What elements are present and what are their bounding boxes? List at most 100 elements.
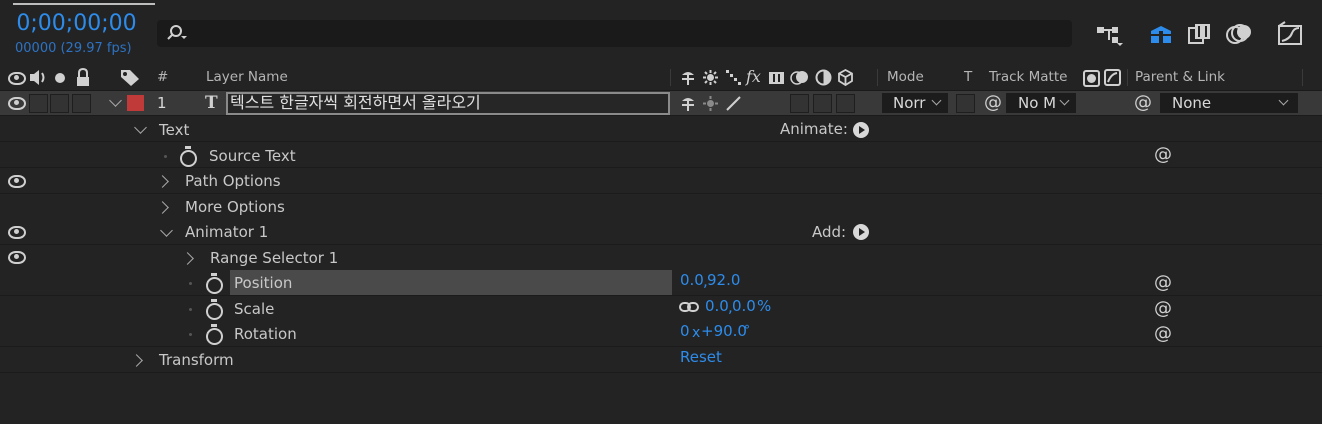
position-selected-bg bbox=[230, 270, 672, 295]
transform-label: Transform bbox=[159, 351, 234, 369]
motion-blur-column-icon[interactable] bbox=[790, 69, 810, 86]
position-x-value[interactable]: 0.0 bbox=[680, 268, 704, 293]
scale-label: Scale bbox=[234, 300, 275, 318]
range-selector-expand-chevron[interactable] bbox=[181, 252, 194, 265]
layer-continuous-raster-icon[interactable] bbox=[702, 95, 719, 112]
rotation-degrees-value[interactable]: +90.0 bbox=[701, 319, 747, 344]
invert-matte-icon[interactable] bbox=[1104, 69, 1121, 86]
preserve-transparency-switch[interactable] bbox=[956, 94, 975, 113]
path-options-visibility-icon[interactable] bbox=[8, 175, 26, 188]
range-selector-row[interactable]: Range Selector 1 bbox=[0, 245, 1322, 271]
column-divider bbox=[1127, 69, 1128, 86]
position-pickwhip-icon[interactable]: @ bbox=[1154, 274, 1172, 292]
bullet-dot bbox=[164, 155, 167, 158]
position-label: Position bbox=[234, 274, 293, 292]
scale-y-value[interactable]: 0.0 bbox=[732, 294, 756, 319]
layer-name-text: 텍스트 한글자씩 회전하면서 올라오기 bbox=[230, 93, 481, 112]
frame-blending-icon[interactable] bbox=[1187, 22, 1213, 46]
parent-value: None bbox=[1172, 94, 1212, 112]
text-group-row[interactable]: Text Animate: bbox=[0, 116, 1322, 142]
layer-adjustment-switch[interactable] bbox=[813, 94, 832, 113]
transform-expand-chevron[interactable] bbox=[130, 354, 143, 367]
chevron-down-icon bbox=[931, 95, 942, 106]
solo-icon[interactable] bbox=[55, 73, 65, 83]
scale-pickwhip-icon[interactable]: @ bbox=[1154, 300, 1172, 318]
layer-lock-switch[interactable] bbox=[72, 94, 91, 113]
rotation-pickwhip-icon[interactable]: @ bbox=[1154, 325, 1172, 343]
parent-dropdown[interactable]: None bbox=[1160, 93, 1298, 113]
transform-row[interactable]: Transform Reset bbox=[0, 347, 1322, 373]
layer-3d-switch[interactable] bbox=[836, 94, 855, 113]
motion-blur-icon[interactable] bbox=[1225, 22, 1253, 46]
column-t-header: T bbox=[964, 69, 973, 85]
layer-quality-icon[interactable] bbox=[725, 95, 742, 112]
quality-icon[interactable] bbox=[725, 69, 742, 86]
more-options-label: More Options bbox=[185, 198, 285, 216]
source-text-row[interactable]: Source Text @ bbox=[0, 142, 1322, 168]
adjustment-layer-icon[interactable] bbox=[815, 69, 832, 86]
flowchart-icon[interactable] bbox=[1096, 22, 1124, 46]
reset-link[interactable]: Reset bbox=[680, 345, 722, 370]
audio-icon[interactable] bbox=[28, 69, 48, 86]
label-tag-icon[interactable] bbox=[119, 68, 141, 87]
path-options-expand-chevron[interactable] bbox=[156, 175, 169, 188]
scale-x-value[interactable]: 0.0 bbox=[705, 294, 729, 319]
scale-row[interactable]: Scale 0.0 , 0.0 % @ bbox=[0, 296, 1322, 322]
mode-value: Norr bbox=[893, 94, 926, 112]
text-expand-chevron[interactable] bbox=[134, 121, 147, 134]
mode-dropdown[interactable]: Norr bbox=[882, 93, 948, 113]
animator-expand-chevron[interactable] bbox=[160, 224, 173, 237]
lock-icon[interactable] bbox=[75, 68, 91, 87]
animate-menu-button[interactable] bbox=[853, 122, 869, 138]
more-options-expand-chevron[interactable] bbox=[156, 201, 169, 214]
shy-icon[interactable] bbox=[679, 69, 697, 86]
layer-label-color[interactable] bbox=[127, 95, 144, 111]
path-options-row[interactable]: Path Options bbox=[0, 168, 1322, 194]
timecode-display[interactable]: 0;00;00;00 bbox=[14, 11, 139, 36]
video-visibility-icon[interactable] bbox=[8, 72, 26, 85]
layer-name-field[interactable]: 텍스트 한글자씩 회전하면서 올라오기 bbox=[226, 92, 670, 115]
position-row[interactable]: Position 0.0 , 92.0 @ bbox=[0, 270, 1322, 296]
animator-label: Animator 1 bbox=[185, 223, 269, 241]
add-menu-button[interactable] bbox=[853, 224, 869, 240]
column-layer-name-header[interactable]: Layer Name bbox=[206, 65, 288, 90]
3d-layer-icon[interactable] bbox=[837, 69, 854, 86]
alpha-matte-icon[interactable] bbox=[1083, 70, 1100, 87]
animator-visibility-icon[interactable] bbox=[8, 226, 26, 239]
layer-row[interactable]: 1 T 텍스트 한글자씩 회전하면서 올라오기 Norr @ No M @ No… bbox=[0, 91, 1322, 116]
bullet-dot bbox=[189, 282, 192, 285]
track-matte-dropdown[interactable]: No M bbox=[1006, 93, 1076, 113]
draft-3d-icon[interactable] bbox=[1147, 21, 1175, 47]
graph-editor-icon[interactable] bbox=[1276, 21, 1304, 47]
source-text-pickwhip-icon[interactable]: @ bbox=[1154, 146, 1172, 164]
track-matte-pickwhip-icon[interactable]: @ bbox=[984, 94, 1002, 112]
constrain-proportions-icon[interactable] bbox=[679, 300, 699, 314]
parent-pickwhip-icon[interactable]: @ bbox=[1134, 94, 1152, 112]
rotation-revolutions-value[interactable]: 0 bbox=[680, 319, 690, 344]
position-stopwatch-icon[interactable] bbox=[206, 273, 223, 294]
layer-solo-switch[interactable] bbox=[50, 94, 69, 113]
effects-switch-header[interactable]: fx bbox=[746, 64, 761, 89]
animator-row[interactable]: Animator 1 Add: bbox=[0, 219, 1322, 245]
range-selector-visibility-icon[interactable] bbox=[8, 251, 26, 264]
bullet-dot bbox=[189, 333, 192, 336]
chevron-down-icon bbox=[1278, 95, 1289, 106]
frame-blending-column-icon[interactable] bbox=[768, 69, 786, 86]
layer-shy-icon[interactable] bbox=[679, 95, 697, 112]
rotation-x-label: x bbox=[692, 325, 701, 341]
range-selector-label: Range Selector 1 bbox=[210, 249, 339, 267]
text-group-label: Text bbox=[159, 121, 190, 139]
layer-audio-switch[interactable] bbox=[29, 94, 48, 113]
layer-expand-chevron[interactable] bbox=[109, 94, 122, 107]
rotation-row[interactable]: Rotation 0 x +90.0 ° @ bbox=[0, 321, 1322, 347]
search-input[interactable] bbox=[157, 20, 1072, 47]
layer-visibility-icon[interactable] bbox=[8, 97, 26, 110]
position-y-value[interactable]: 92.0 bbox=[707, 268, 740, 293]
source-text-stopwatch-icon[interactable] bbox=[180, 146, 197, 167]
timecode-underline bbox=[13, 3, 155, 5]
scale-stopwatch-icon[interactable] bbox=[206, 299, 223, 320]
collapse-transform-icon[interactable] bbox=[702, 69, 719, 86]
layer-effects-switch[interactable] bbox=[790, 94, 809, 113]
more-options-row[interactable]: More Options bbox=[0, 194, 1322, 220]
rotation-stopwatch-icon[interactable] bbox=[206, 324, 223, 345]
